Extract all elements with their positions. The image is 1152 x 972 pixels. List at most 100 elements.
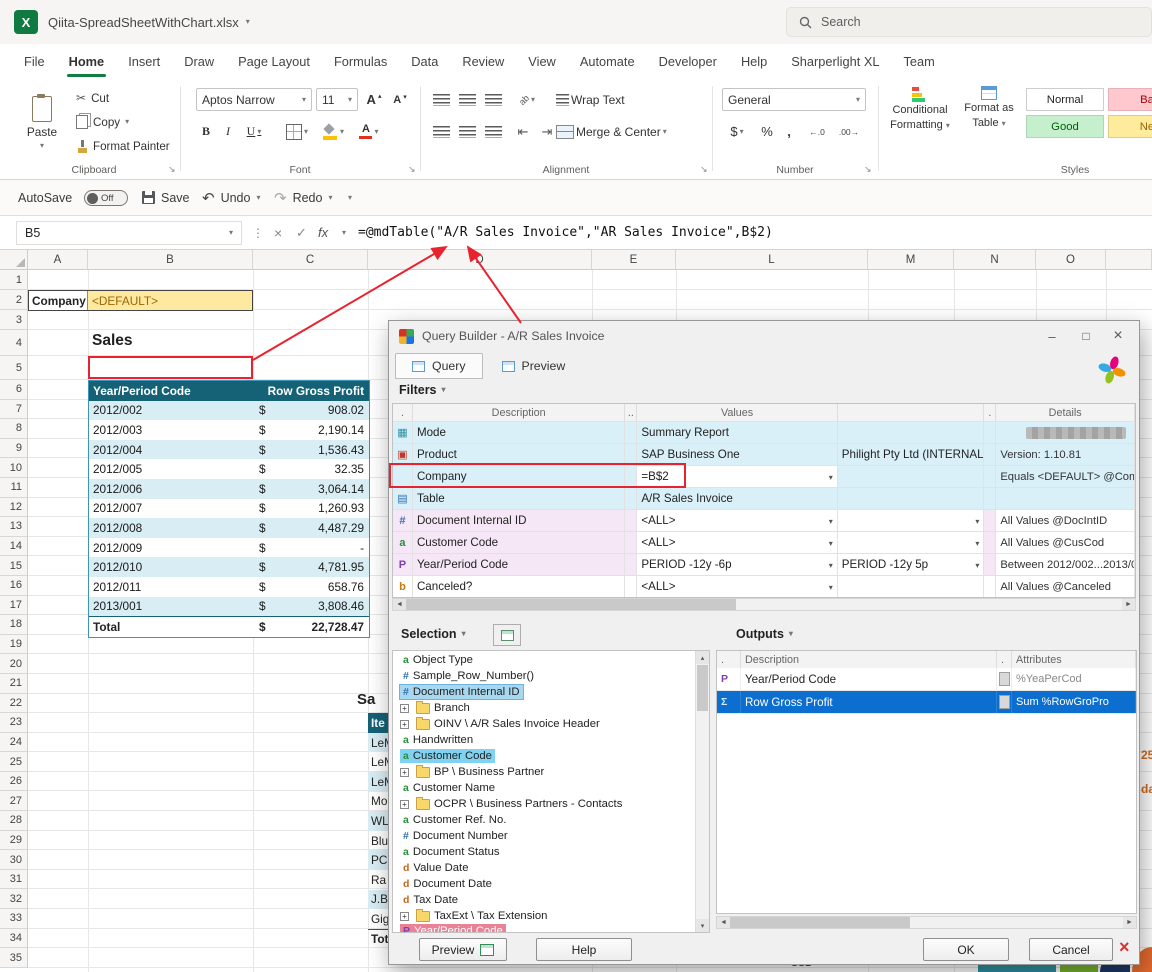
expand-plus-icon[interactable] bbox=[400, 719, 409, 729]
row-header[interactable]: 7 bbox=[0, 399, 28, 420]
chevron-down-icon[interactable] bbox=[975, 558, 979, 571]
row-header[interactable]: 12 bbox=[0, 497, 28, 518]
company-value-cell[interactable]: <DEFAULT> bbox=[87, 291, 252, 310]
menu-tab[interactable]: Review bbox=[450, 44, 516, 78]
selection-section-label[interactable]: Selection bbox=[401, 627, 466, 641]
filter-value2-cell[interactable] bbox=[837, 422, 985, 443]
filter-value-cell[interactable]: <ALL> bbox=[637, 576, 838, 597]
options-button[interactable] bbox=[998, 695, 1010, 709]
profit-total-row[interactable]: Total $ 22,728.47 bbox=[89, 616, 369, 637]
number-format-combo[interactable]: General bbox=[722, 88, 866, 111]
font-size-combo[interactable]: 11 bbox=[316, 88, 358, 111]
outputs-section-label[interactable]: Outputs bbox=[736, 627, 793, 641]
profit-row[interactable]: 2012/009 $ - bbox=[89, 538, 369, 558]
row-header[interactable]: 27 bbox=[0, 791, 28, 812]
cell-style-option[interactable]: Good bbox=[1026, 115, 1104, 138]
column-header[interactable]: E bbox=[592, 250, 676, 270]
orientation-button[interactable]: ab bbox=[512, 88, 542, 111]
cut-button[interactable]: Cut bbox=[76, 88, 109, 108]
row-header[interactable]: 1 bbox=[0, 270, 28, 290]
cell-style-option[interactable]: Ba bbox=[1108, 88, 1152, 111]
ok-button[interactable]: OK bbox=[923, 938, 1009, 961]
save-button[interactable]: Save bbox=[142, 180, 190, 215]
row-header[interactable]: 31 bbox=[0, 869, 28, 890]
cell-style-option[interactable]: Normal bbox=[1026, 88, 1104, 111]
row-header[interactable]: 21 bbox=[0, 673, 28, 694]
italic-button[interactable]: I bbox=[218, 120, 238, 143]
merge-center-button[interactable]: Merge & Center bbox=[556, 120, 667, 143]
row-header[interactable]: 22 bbox=[0, 693, 28, 714]
menu-tab[interactable]: Automate bbox=[568, 44, 647, 78]
menu-tab[interactable]: Team bbox=[891, 44, 946, 78]
tree-vertical-scrollbar[interactable] bbox=[695, 651, 709, 932]
row-header[interactable]: 17 bbox=[0, 595, 28, 616]
menu-tab[interactable]: Developer bbox=[647, 44, 729, 78]
tree-item[interactable]: a Object Type bbox=[393, 652, 694, 668]
align-center-button[interactable] bbox=[456, 120, 478, 143]
help-button[interactable]: Help bbox=[536, 938, 632, 961]
profit-row[interactable]: 2012/011 $ 658.76 bbox=[89, 577, 369, 597]
row-header[interactable]: 9 bbox=[0, 438, 28, 459]
row-header[interactable]: 16 bbox=[0, 575, 28, 596]
menu-tab[interactable]: Help bbox=[729, 44, 779, 78]
output-row[interactable]: Σ Row Gross Profit Sum %RowGroPro bbox=[717, 691, 1136, 714]
decrease-indent-button[interactable] bbox=[512, 120, 534, 143]
row-header[interactable]: 18 bbox=[0, 615, 28, 635]
conditional-formatting-button[interactable]: Conditional Formatting bbox=[884, 86, 956, 132]
scrollbar-thumb[interactable] bbox=[697, 665, 708, 711]
filter-row[interactable]: ▤ Table A/R Sales Invoice bbox=[393, 487, 1135, 509]
comma-style-button[interactable]: , bbox=[780, 120, 798, 143]
row-header[interactable]: 14 bbox=[0, 536, 28, 557]
scrollbar-thumb[interactable] bbox=[730, 917, 910, 928]
filters-section-label[interactable]: Filters bbox=[399, 383, 446, 397]
filter-row[interactable]: a Customer Code <ALL> All Values @CusCod bbox=[393, 531, 1135, 553]
row-header[interactable]: 34 bbox=[0, 928, 28, 949]
column-header[interactable]: B bbox=[88, 250, 253, 270]
profit-row[interactable]: 2012/003 $ 2,190.14 bbox=[89, 420, 369, 440]
insert-function-button[interactable]: fx bbox=[318, 216, 328, 249]
row-header[interactable]: 25 bbox=[0, 752, 28, 772]
chevron-down-icon[interactable] bbox=[829, 514, 833, 527]
row-header[interactable]: 8 bbox=[0, 419, 28, 439]
tree-item[interactable]: a Customer Ref. No. bbox=[393, 812, 694, 828]
format-painter-button[interactable]: Format Painter bbox=[76, 136, 170, 156]
filter-value-cell[interactable]: Summary Report bbox=[637, 422, 838, 443]
decrease-decimal-button[interactable]: .00→ bbox=[834, 120, 864, 143]
font-dialog-launcher[interactable] bbox=[408, 164, 416, 175]
row-header[interactable]: 28 bbox=[0, 811, 28, 831]
row-header[interactable]: 2 bbox=[0, 290, 28, 310]
decrease-font-size-button[interactable]: A ▾ bbox=[388, 88, 412, 111]
tree-item[interactable]: d Tax Date bbox=[393, 892, 694, 908]
filter-value-cell[interactable]: A/R Sales Invoice bbox=[637, 488, 838, 509]
filter-value-cell[interactable]: <ALL> bbox=[637, 510, 838, 531]
name-box[interactable]: B5 bbox=[16, 221, 242, 245]
align-bottom-button[interactable] bbox=[482, 88, 504, 111]
confirm-entry-button[interactable]: ✓ bbox=[296, 216, 307, 249]
paste-button[interactable]: Paste bbox=[18, 86, 66, 160]
cell-style-option[interactable]: Ne bbox=[1108, 115, 1152, 138]
undo-button[interactable]: Undo bbox=[202, 180, 260, 215]
column-header[interactable] bbox=[1106, 250, 1152, 270]
scroll-left-icon[interactable] bbox=[393, 599, 406, 610]
scroll-down-icon[interactable] bbox=[696, 919, 709, 932]
filter-value-cell[interactable]: =B$2 bbox=[637, 466, 838, 487]
scroll-up-icon[interactable] bbox=[696, 651, 709, 664]
increase-indent-button[interactable] bbox=[536, 120, 558, 143]
row-header[interactable]: 10 bbox=[0, 458, 28, 478]
menu-tab[interactable]: Page Layout bbox=[226, 44, 322, 78]
column-header[interactable]: L bbox=[676, 250, 868, 270]
align-top-button[interactable] bbox=[430, 88, 452, 111]
menu-tab[interactable]: View bbox=[516, 44, 568, 78]
filter-value2-cell[interactable] bbox=[838, 532, 985, 553]
format-as-table-button[interactable]: Format as Table bbox=[958, 86, 1020, 130]
tree-item[interactable]: a Handwritten bbox=[393, 732, 694, 748]
menu-tab[interactable]: Insert bbox=[116, 44, 172, 78]
row-header[interactable]: 33 bbox=[0, 909, 28, 929]
dialog-tab[interactable]: Preview bbox=[485, 353, 583, 379]
options-button[interactable] bbox=[998, 672, 1010, 686]
tree-item[interactable]: P Year/Period Code bbox=[393, 924, 694, 932]
wrap-text-button[interactable]: Wrap Text bbox=[556, 88, 625, 111]
tree-item[interactable]: # Document Internal ID bbox=[393, 684, 694, 700]
row-header[interactable]: 4 bbox=[0, 330, 28, 356]
increase-decimal-button[interactable]: ←.0 bbox=[802, 120, 832, 143]
